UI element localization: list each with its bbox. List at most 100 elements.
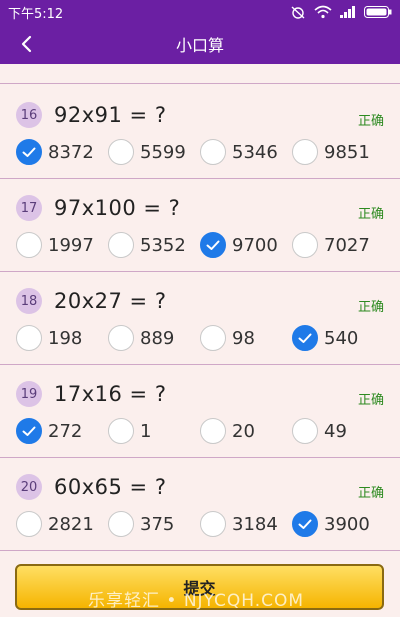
app-header: 小口算 (0, 24, 400, 64)
question-header: 18 20x27 = ? (16, 288, 166, 314)
answer-label: 5346 (232, 141, 278, 163)
page-title: 小口算 (175, 36, 224, 55)
answer-options: 8372 5599 5346 9851 (16, 138, 396, 166)
radio-empty-icon[interactable] (200, 418, 226, 444)
answer-label: 9851 (324, 141, 370, 163)
result-label: 正确 (357, 300, 384, 315)
battery-icon (364, 6, 392, 18)
answer-label: 3184 (232, 513, 278, 535)
radio-empty-icon[interactable] (292, 232, 318, 258)
question-number: 17 (16, 195, 42, 221)
answer-label: 3900 (324, 513, 370, 535)
status-icons (290, 5, 392, 19)
answer-label: 49 (324, 420, 347, 442)
answer-label: 9700 (232, 234, 278, 256)
question-number: 16 (16, 102, 42, 128)
answer-option[interactable]: 375 (108, 510, 174, 538)
question-header: 20 60x65 = ? (16, 474, 166, 500)
previous-question-partial (0, 64, 400, 84)
answer-options: 272 1 20 49 (16, 417, 396, 445)
question-text: 20x27 = ? (54, 289, 167, 313)
answer-label: 272 (48, 420, 83, 442)
answer-option[interactable]: 8372 (16, 138, 94, 166)
submit-button[interactable]: 提交 (15, 564, 384, 610)
answer-label: 1 (140, 420, 152, 442)
radio-empty-icon[interactable] (108, 325, 134, 351)
answer-option[interactable]: 5599 (108, 138, 186, 166)
answer-option[interactable]: 49 (292, 417, 347, 445)
back-button[interactable] (12, 30, 40, 58)
answer-option[interactable]: 3900 (292, 510, 370, 538)
answer-option[interactable]: 2821 (16, 510, 94, 538)
question-header: 17 97x100 = ? (16, 195, 180, 221)
answer-options: 198 889 98 540 (16, 324, 396, 352)
answer-label: 7027 (324, 234, 370, 256)
answer-option[interactable]: 9700 (200, 231, 278, 259)
radio-empty-icon[interactable] (108, 232, 134, 258)
answer-label: 5599 (140, 141, 186, 163)
radio-empty-icon[interactable] (16, 511, 42, 537)
question-text: 60x65 = ? (54, 475, 167, 499)
question-number: 20 (16, 474, 42, 500)
answer-label: 8372 (48, 141, 94, 163)
status-bar: 下午5:12 (0, 0, 400, 24)
answer-label: 20 (232, 420, 255, 442)
radio-empty-icon[interactable] (108, 139, 134, 165)
radio-checked-icon[interactable] (16, 139, 42, 165)
radio-empty-icon[interactable] (108, 418, 134, 444)
answer-option[interactable]: 20 (200, 417, 255, 445)
radio-empty-icon[interactable] (292, 418, 318, 444)
question-header: 19 17x16 = ? (16, 381, 166, 407)
answer-option[interactable]: 7027 (292, 231, 370, 259)
radio-empty-icon[interactable] (200, 511, 226, 537)
answer-option[interactable]: 1 (108, 417, 151, 445)
answer-option[interactable]: 98 (200, 324, 255, 352)
question-item: 20 60x65 = ? 正确 2821 375 3184 3900 (0, 458, 400, 551)
question-text: 92x91 = ? (54, 103, 167, 127)
result-label: 正确 (357, 207, 384, 222)
answer-option[interactable]: 1997 (16, 231, 94, 259)
question-text: 97x100 = ? (54, 196, 181, 220)
mute-alarm-icon (290, 5, 306, 19)
answer-option[interactable]: 5346 (200, 138, 278, 166)
answer-option[interactable]: 3184 (200, 510, 278, 538)
radio-empty-icon[interactable] (16, 232, 42, 258)
radio-empty-icon[interactable] (16, 325, 42, 351)
answer-option[interactable]: 9851 (292, 138, 370, 166)
question-number: 18 (16, 288, 42, 314)
question-list[interactable]: 16 92x91 = ? 正确 8372 5599 5346 9851 17 97x100 = … (0, 64, 400, 552)
answer-label: 98 (232, 327, 255, 349)
radio-checked-icon[interactable] (292, 511, 318, 537)
question-number: 19 (16, 381, 42, 407)
question-header: 16 92x91 = ? (16, 102, 166, 128)
question-item: 18 20x27 = ? 正确 198 889 98 540 (0, 272, 400, 365)
question-item: 19 17x16 = ? 正确 272 1 20 49 (0, 365, 400, 458)
answer-label: 889 (140, 327, 175, 349)
question-item: 17 97x100 = ? 正确 1997 5352 9700 7027 (0, 179, 400, 272)
answer-label: 375 (140, 513, 175, 535)
radio-empty-icon[interactable] (200, 325, 226, 351)
answer-option[interactable]: 5352 (108, 231, 186, 259)
answer-option[interactable]: 198 (16, 324, 82, 352)
radio-empty-icon[interactable] (292, 139, 318, 165)
radio-empty-icon[interactable] (200, 139, 226, 165)
chevron-left-icon (21, 35, 32, 53)
result-label: 正确 (357, 393, 384, 408)
answer-label: 5352 (140, 234, 186, 256)
result-label: 正确 (357, 114, 384, 129)
radio-empty-icon[interactable] (108, 511, 134, 537)
radio-checked-icon[interactable] (292, 325, 318, 351)
answer-option[interactable]: 272 (16, 417, 82, 445)
question-item: 16 92x91 = ? 正确 8372 5599 5346 9851 (0, 86, 400, 179)
answer-option[interactable]: 889 (108, 324, 174, 352)
question-text: 17x16 = ? (54, 382, 167, 406)
answer-label: 2821 (48, 513, 94, 535)
status-time: 下午5:12 (8, 6, 64, 22)
answer-option[interactable]: 540 (292, 324, 358, 352)
footer: 提交 (0, 552, 400, 617)
result-label: 正确 (357, 486, 384, 501)
radio-checked-icon[interactable] (16, 418, 42, 444)
radio-checked-icon[interactable] (200, 232, 226, 258)
answer-options: 2821 375 3184 3900 (16, 510, 396, 538)
answer-options: 1997 5352 9700 7027 (16, 231, 396, 259)
